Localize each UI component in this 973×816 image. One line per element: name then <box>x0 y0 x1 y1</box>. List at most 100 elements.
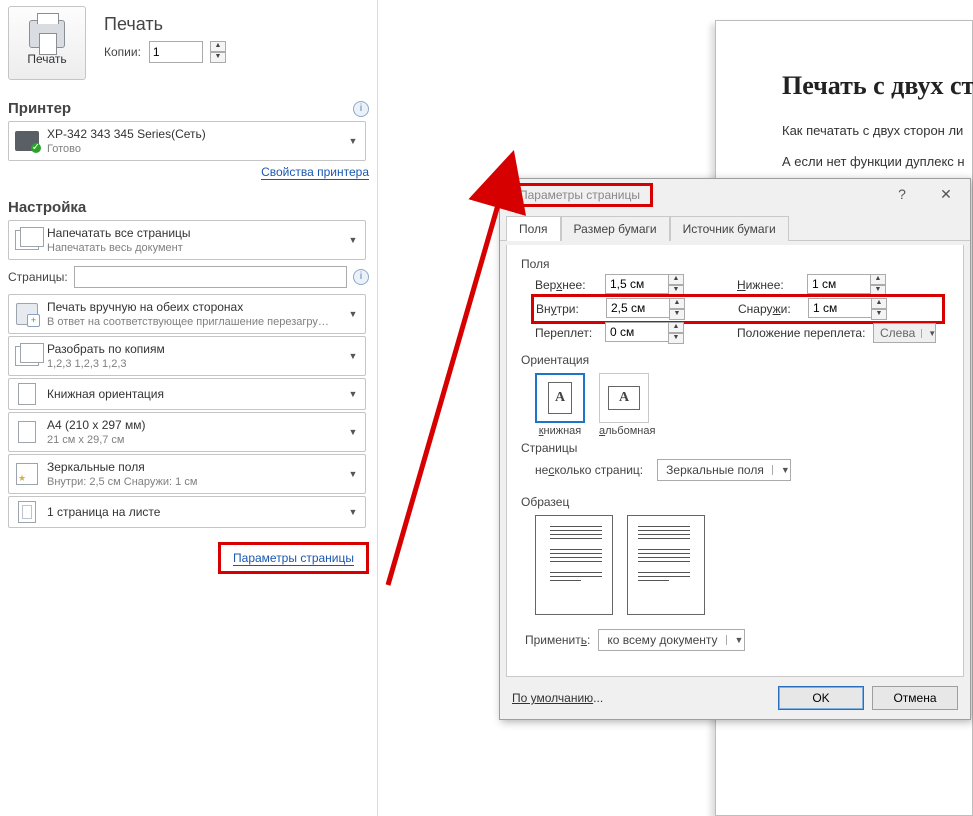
apply-to-value: ко всему документу <box>599 633 725 647</box>
page-setup-dialog: Параметры страницы ? ✕ Поля Размер бумаг… <box>499 178 971 720</box>
margin-inside-input[interactable] <box>606 298 670 318</box>
pages-scope-title: Напечатать все страницы <box>47 226 343 241</box>
chevron-down-icon: ▼ <box>347 497 359 527</box>
close-button[interactable]: ✕ <box>924 180 968 208</box>
spin-up[interactable]: ▲ <box>668 274 684 285</box>
chevron-down-icon: ▼ <box>347 337 359 375</box>
pages-per-sheet-icon <box>18 501 36 523</box>
pages-icon <box>15 230 39 250</box>
duplex-dropdown[interactable]: Печать вручную на обеих сторонах В ответ… <box>8 294 366 334</box>
printer-status-text: Готово <box>47 142 343 156</box>
collate-title: Разобрать по копиям <box>47 342 343 357</box>
settings-section-label: Настройка <box>8 199 86 216</box>
margins-dropdown[interactable]: Зеркальные поля Внутри: 2,5 см Снаружи: … <box>8 454 366 494</box>
margins-sub: Внутри: 2,5 см Снаружи: 1 см <box>47 475 343 489</box>
margin-outside-input[interactable] <box>808 298 872 318</box>
spin-up[interactable]: ▲ <box>668 322 684 333</box>
printer-info-icon[interactable]: i <box>353 101 369 117</box>
apply-to-label: Применить: <box>525 633 590 647</box>
gutter-pos-label: Положение переплета: <box>737 326 873 340</box>
pages-field-input[interactable] <box>74 266 347 288</box>
margin-preview <box>535 515 949 615</box>
preview-page-left <box>535 515 613 615</box>
margin-outside-label: Снаружи: <box>738 302 808 316</box>
copies-spin-up[interactable]: ▲ <box>210 41 226 52</box>
duplex-icon <box>16 303 38 325</box>
printer-dropdown[interactable]: XP-342 343 345 Series(Сеть) Готово ▼ <box>8 121 366 161</box>
margins-title: Зеркальные поля <box>47 460 343 475</box>
pages-per-sheet-dropdown[interactable]: 1 страница на листе ▼ <box>8 496 366 528</box>
tab-fields[interactable]: Поля <box>506 216 561 241</box>
spin-up[interactable]: ▲ <box>870 274 886 285</box>
printer-section-label: Принтер <box>8 100 71 117</box>
paper-size-dropdown[interactable]: A4 (210 x 297 мм) 21 см x 29,7 см ▼ <box>8 412 366 452</box>
margins-icon <box>16 463 38 485</box>
gutter-input[interactable] <box>605 322 669 342</box>
orientation-landscape-button[interactable]: A <box>599 373 649 423</box>
orientation-title: Книжная ориентация <box>47 387 343 402</box>
spin-down[interactable]: ▼ <box>668 333 684 344</box>
copies-spin-down[interactable]: ▼ <box>210 52 226 63</box>
pages-scope-dropdown[interactable]: Напечатать все страницы Напечатать весь … <box>8 220 366 260</box>
collate-sub: 1,2,3 1,2,3 1,2,3 <box>47 357 343 371</box>
multi-pages-value: Зеркальные поля <box>658 463 772 477</box>
margin-top-input[interactable] <box>605 274 669 294</box>
chevron-down-icon: ▼ <box>347 221 359 259</box>
tab-paper-size[interactable]: Размер бумаги <box>561 216 670 241</box>
page-setup-link-highlight: Параметры страницы <box>218 542 369 574</box>
chevron-down-icon: ▼ <box>347 379 359 409</box>
doc-paragraph: Как печатать с двух сторон ли <box>782 123 972 138</box>
pages-group-label: Страницы <box>521 441 949 455</box>
preview-page-right <box>627 515 705 615</box>
spin-up[interactable]: ▲ <box>669 298 685 309</box>
margin-bottom-input[interactable] <box>807 274 871 294</box>
spin-up[interactable]: ▲ <box>871 298 887 309</box>
copies-input[interactable] <box>149 41 203 63</box>
landscape-icon: A <box>608 386 640 410</box>
margin-top-label: Верхнее: <box>535 278 605 292</box>
ok-button[interactable]: OK <box>778 686 864 710</box>
print-backstage-panel: Печать Печать Копии: ▲ ▼ Принтер i XP-34… <box>0 0 378 816</box>
printer-status-icon <box>15 131 39 151</box>
copies-label: Копии: <box>104 45 141 59</box>
print-button[interactable]: Печать <box>8 6 86 80</box>
printer-name: XP-342 343 345 Series(Сеть) <box>47 127 343 142</box>
orientation-portrait-button[interactable]: A <box>535 373 585 423</box>
orientation-landscape-label: альбомная <box>599 425 655 437</box>
margin-inside-label: Внутри: <box>536 302 606 316</box>
dialog-title: Параметры страницы <box>519 188 640 202</box>
paper-title: A4 (210 x 297 мм) <box>47 418 343 433</box>
portrait-icon: A <box>548 382 572 414</box>
gutter-pos-value: Слева <box>874 326 921 340</box>
pages-field-label: Страницы: <box>8 270 68 284</box>
spin-down[interactable]: ▼ <box>871 309 887 320</box>
spin-down[interactable]: ▼ <box>669 309 685 320</box>
doc-paragraph: А если нет функции дуплекс н <box>782 154 972 169</box>
paper-sub: 21 см x 29,7 см <box>47 433 343 447</box>
section-print-title: Печать <box>104 14 226 35</box>
inside-outside-highlight: Внутри: ▲▼ Снаружи: ▲▼ <box>531 294 945 324</box>
paper-icon <box>18 421 36 443</box>
pages-info-icon[interactable]: i <box>353 269 369 285</box>
chevron-down-icon: ▼ <box>347 455 359 493</box>
pages-per-sheet-title: 1 страница на листе <box>47 505 343 520</box>
page-setup-link[interactable]: Параметры страницы <box>233 551 354 566</box>
chevron-down-icon: ▼ <box>347 122 359 160</box>
chevron-down-icon: ▼ <box>347 413 359 451</box>
tab-paper-source[interactable]: Источник бумаги <box>670 216 789 241</box>
margin-bottom-label: Нижнее: <box>737 278 807 292</box>
multi-pages-combo[interactable]: Зеркальные поля▼ <box>657 459 791 481</box>
orientation-portrait-label: книжная <box>535 425 585 437</box>
collate-dropdown[interactable]: Разобрать по копиям 1,2,3 1,2,3 1,2,3 ▼ <box>8 336 366 376</box>
doc-heading: Печать с двух ст <box>782 71 972 101</box>
cancel-button[interactable]: Отмена <box>872 686 958 710</box>
duplex-title: Печать вручную на обеих сторонах <box>47 300 343 315</box>
help-button[interactable]: ? <box>880 180 924 208</box>
orientation-dropdown[interactable]: Книжная ориентация ▼ <box>8 378 366 410</box>
dialog-title-highlight: Параметры страницы <box>506 183 653 207</box>
printer-icon <box>29 20 65 48</box>
chevron-down-icon: ▼ <box>726 635 744 645</box>
default-button[interactable]: По умолчанию... <box>512 691 603 705</box>
apply-to-combo[interactable]: ко всему документу▼ <box>598 629 744 651</box>
printer-properties-link[interactable]: Свойства принтера <box>261 165 369 180</box>
